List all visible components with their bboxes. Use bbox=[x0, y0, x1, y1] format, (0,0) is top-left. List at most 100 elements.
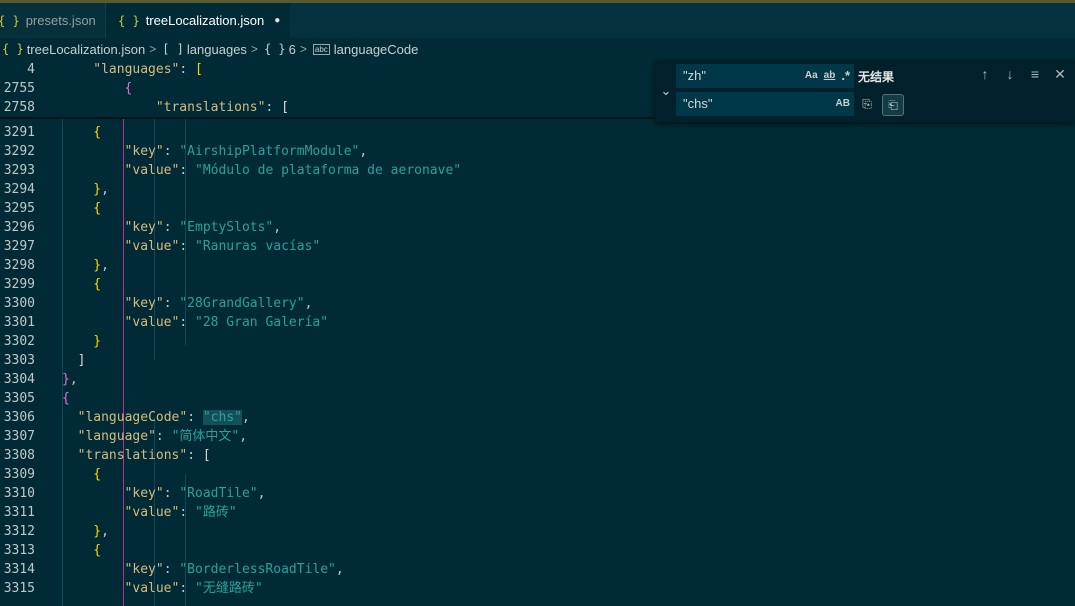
find-replace-widget: ⌄ "zh" Aa ab .* 无结果 ↑ ↓ ≡ ✕ "chs" AB ⎘ ⎗ bbox=[655, 60, 1075, 122]
code-text: ] bbox=[78, 351, 86, 370]
code-token: "28GrandGallery" bbox=[179, 296, 305, 311]
line-number: 3301 bbox=[3, 315, 35, 330]
code-line: 3306 "languageCode": "chs", bbox=[0, 408, 1075, 427]
tab-treelocalization-json[interactable]: { } treeLocalization.json ● bbox=[106, 3, 290, 38]
find-in-selection-icon[interactable]: ≡ bbox=[1028, 66, 1042, 83]
tab-label: presets.json bbox=[25, 13, 96, 28]
breadcrumb-languages-label: languages bbox=[186, 41, 247, 57]
breadcrumb-file[interactable]: { } treeLocalization.json bbox=[0, 42, 145, 57]
code-token: : bbox=[187, 448, 203, 463]
line-number: 3303 bbox=[3, 353, 35, 368]
code-token: [ bbox=[202, 448, 211, 463]
code-token: { bbox=[93, 467, 102, 482]
string-property-icon: abc bbox=[312, 43, 330, 55]
code-text: "languageCode": "chs", bbox=[78, 408, 250, 427]
find-input[interactable]: "zh" Aa ab .* bbox=[676, 64, 854, 88]
preserve-case-icon[interactable]: AB bbox=[836, 92, 850, 116]
line-number: 3309 bbox=[3, 467, 35, 482]
breadcrumb-file-label: treeLocalization.json bbox=[26, 41, 146, 57]
breadcrumb-languages[interactable]: [ ] languages bbox=[160, 42, 247, 57]
line-number: 3313 bbox=[3, 543, 35, 558]
code-editor[interactable]: 4 "languages": [2755{2758 "translations": … bbox=[0, 60, 1075, 606]
breadcrumb-object-label: 6 bbox=[288, 41, 296, 57]
replace-input[interactable]: "chs" AB bbox=[676, 92, 854, 116]
code-line: 3301 "value": "28 Gran Galería" bbox=[0, 313, 1075, 332]
code-text: }, bbox=[62, 370, 78, 389]
code-line: 3298}, bbox=[0, 256, 1075, 275]
next-match-icon[interactable]: ↓ bbox=[1003, 66, 1017, 83]
code-token: [ bbox=[281, 100, 289, 115]
code-token: "无缝路砖" bbox=[195, 581, 263, 596]
code-token: : bbox=[179, 163, 195, 178]
code-token: { bbox=[93, 201, 102, 216]
code-token: , bbox=[239, 429, 248, 444]
line-number: 3300 bbox=[3, 296, 35, 311]
code-token: "BorderlessRoadTile" bbox=[179, 562, 336, 577]
code-token: "languages" bbox=[93, 62, 180, 77]
line-number: 3314 bbox=[3, 562, 35, 577]
code-line: 3302} bbox=[0, 332, 1075, 351]
use-regex-icon[interactable]: .* bbox=[841, 64, 850, 88]
code-token: "key" bbox=[124, 220, 164, 235]
code-token: , bbox=[273, 220, 282, 235]
code-text: "key": "EmptySlots", bbox=[125, 218, 282, 237]
line-number: 3310 bbox=[3, 486, 35, 501]
replace-all-icon[interactable]: ⎗ bbox=[882, 94, 904, 116]
breadcrumb-property[interactable]: abc languageCode bbox=[311, 42, 418, 57]
code-text: "languages": [ bbox=[93, 60, 203, 79]
code-line: 3291 { bbox=[0, 123, 1075, 142]
code-token: { bbox=[124, 81, 133, 96]
code-token: { bbox=[93, 543, 102, 558]
line-number: 2758 bbox=[3, 100, 35, 115]
code-text: "key": "RoadTile", bbox=[125, 484, 266, 503]
code-line: 3311 "value": "路砖" bbox=[0, 503, 1075, 522]
code-token: { bbox=[93, 277, 102, 292]
previous-match-icon[interactable]: ↑ bbox=[978, 66, 992, 83]
unsaved-dot-icon[interactable]: ● bbox=[274, 15, 280, 26]
code-token: "value" bbox=[124, 163, 180, 178]
code-line: 3308 "translations": [ bbox=[0, 446, 1075, 465]
code-token: , bbox=[69, 372, 78, 387]
code-line: 3313 { bbox=[0, 541, 1075, 560]
code-token: : bbox=[163, 562, 180, 577]
line-number: 3294 bbox=[3, 182, 35, 197]
code-token: } bbox=[93, 334, 102, 349]
code-text: "value": "无缝路砖" bbox=[125, 579, 263, 598]
code-text: "translations": [ bbox=[78, 446, 211, 465]
match-whole-word-icon[interactable]: ab bbox=[824, 64, 836, 88]
code-token: : bbox=[163, 144, 180, 159]
code-token: "value" bbox=[124, 315, 180, 330]
code-line: 3314 "key": "BorderlessRoadTile", bbox=[0, 560, 1075, 579]
code-line: 3296 "key": "EmptySlots", bbox=[0, 218, 1075, 237]
code-line: 3312}, bbox=[0, 522, 1075, 541]
line-number: 3306 bbox=[3, 410, 35, 425]
line-number: 3299 bbox=[3, 277, 35, 292]
line-number: 3295 bbox=[3, 201, 35, 216]
breadcrumb-object[interactable]: { } 6 bbox=[262, 42, 296, 57]
code-token: : bbox=[163, 296, 180, 311]
code-token: : bbox=[187, 410, 203, 425]
toggle-replace-chevron-icon[interactable]: ⌄ bbox=[655, 60, 677, 122]
code-token: [ bbox=[195, 62, 203, 77]
code-text: }, bbox=[93, 256, 109, 275]
tab-presets-json[interactable]: { } presets.json bbox=[0, 3, 106, 38]
code-line: 3315 "value": "无缝路砖" bbox=[0, 579, 1075, 598]
code-line: 3309 { bbox=[0, 465, 1075, 484]
replace-icon[interactable]: ⎘ bbox=[857, 94, 877, 114]
close-icon[interactable]: ✕ bbox=[1053, 66, 1067, 83]
code-text: }, bbox=[93, 522, 109, 541]
tab-bar: { } presets.json { } treeLocalization.js… bbox=[0, 3, 1075, 38]
match-case-icon[interactable]: Aa bbox=[805, 64, 818, 88]
code-text: "key": "28GrandGallery", bbox=[125, 294, 313, 313]
line-number: 2755 bbox=[3, 81, 35, 96]
tab-label: treeLocalization.json bbox=[145, 13, 265, 28]
line-number: 3292 bbox=[3, 144, 35, 159]
code-token: "key" bbox=[124, 562, 164, 577]
line-number: 3304 bbox=[3, 372, 35, 387]
code-text: { bbox=[93, 465, 101, 484]
line-number: 3297 bbox=[3, 239, 35, 254]
breadcrumb-property-label: languageCode bbox=[333, 41, 419, 57]
json-file-icon: { } bbox=[118, 13, 140, 28]
code-token: "RoadTile" bbox=[179, 486, 258, 501]
code-token: ] bbox=[77, 353, 86, 368]
